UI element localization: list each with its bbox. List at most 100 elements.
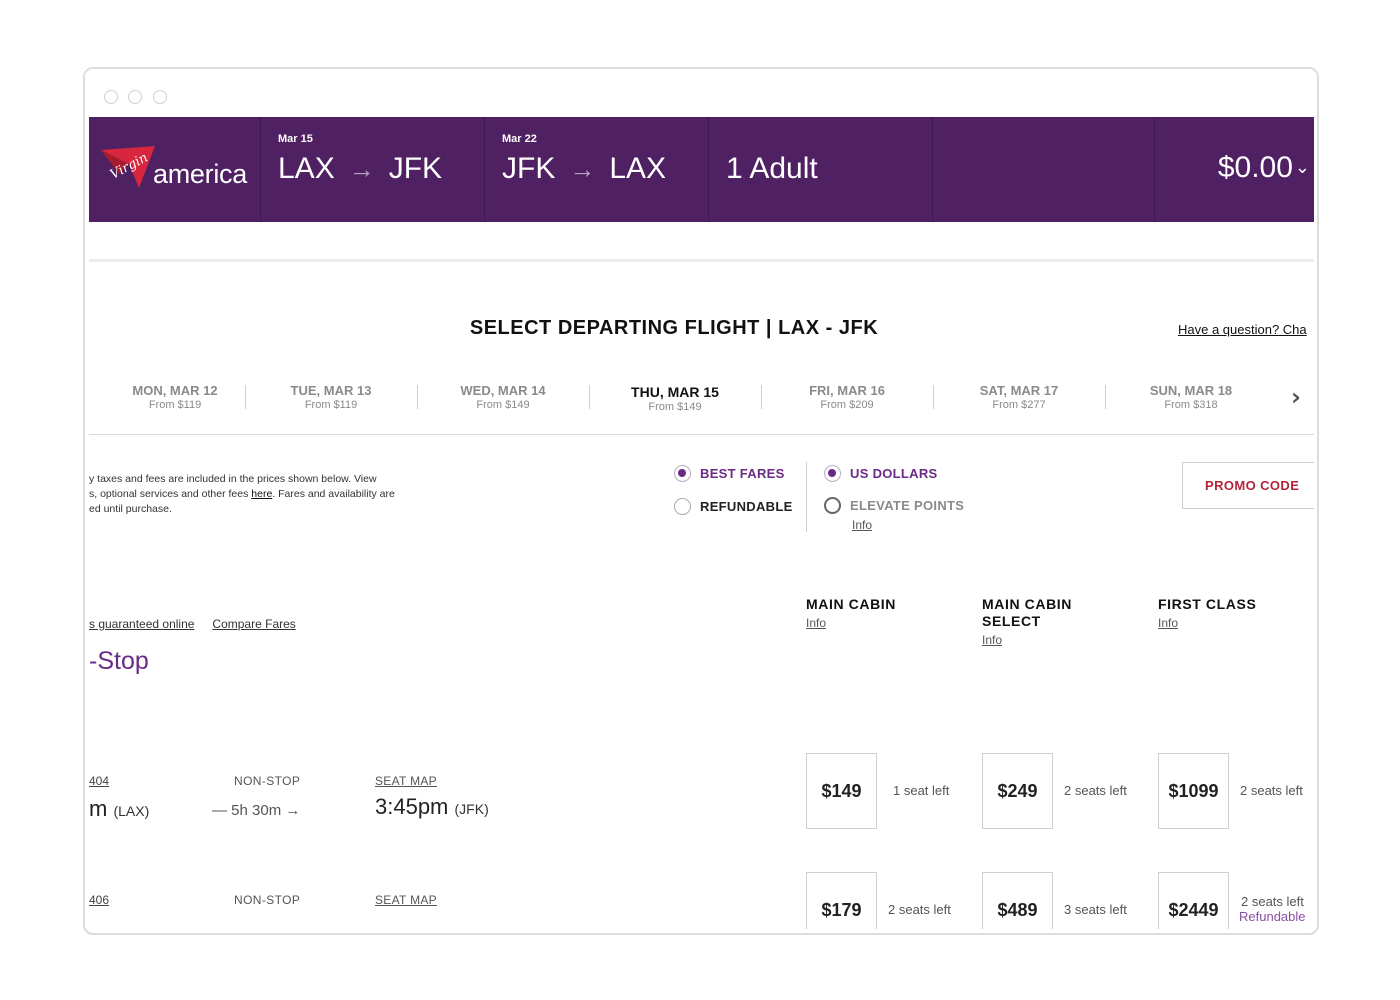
elevate-info-link[interactable]: Info — [852, 518, 872, 532]
day-fri-mar-16[interactable]: FRI, MAR 16 From $209 — [761, 379, 933, 411]
flight-stops: NON-STOP — [234, 774, 301, 788]
day-wed-mar-14[interactable]: WED, MAR 14 From $149 — [417, 379, 589, 411]
fare-button[interactable]: $2449 — [1158, 872, 1229, 929]
return-segment[interactable]: Mar 22 JFK → LAX — [485, 117, 709, 222]
section-heading: -Stop — [89, 647, 149, 675]
refundable-radio[interactable]: REFUNDABLE — [674, 498, 793, 515]
day-label: WED, MAR 14 — [460, 383, 546, 398]
cart-total[interactable]: $0.00 ⌄ — [1218, 151, 1310, 185]
divider — [89, 259, 1314, 262]
day-label: THU, MAR 15 — [631, 384, 719, 400]
cabin-name: FIRST CLASS — [1158, 596, 1257, 612]
seat-map-link[interactable]: SEAT MAP — [375, 774, 437, 788]
disclaimer-text: s, optional services and other fees — [89, 488, 252, 500]
arrive-airport: (JFK) — [454, 801, 489, 817]
day-from-price: From $209 — [820, 399, 874, 411]
best-fares-radio[interactable]: BEST FARES — [674, 465, 785, 482]
fare-disclaimer: y taxes and fees are included in the pri… — [89, 472, 419, 517]
window-close-button[interactable] — [104, 90, 118, 104]
disclaimer-line: y taxes and fees are included in the pri… — [89, 473, 377, 485]
day-label: SUN, MAR 18 — [1149, 383, 1233, 398]
window-titlebar — [85, 69, 1317, 117]
fare-button[interactable]: $249 — [982, 753, 1053, 829]
fare-button[interactable]: $489 — [982, 872, 1053, 929]
arrow-right-icon: → — [569, 154, 596, 184]
return-route: JFK → LAX — [502, 152, 666, 186]
day-sat-mar-17[interactable]: SAT, MAR 17 From $277 — [933, 379, 1105, 411]
seat-map-link[interactable]: SEAT MAP — [375, 893, 437, 907]
cabin-main: MAIN CABIN Info — [806, 596, 896, 630]
day-tue-mar-13[interactable]: TUE, MAR 13 From $119 — [245, 379, 417, 411]
flight-duration: — 5h 30m → — [212, 802, 301, 819]
fare-links: s guaranteed online Compare Fares — [89, 617, 296, 631]
day-from-price: From $149 — [648, 401, 702, 413]
refundable-label: Refundable — [1239, 909, 1306, 924]
elevate-points-label: ELEVATE POINTS — [850, 498, 965, 513]
best-fares-label: BEST FARES — [700, 466, 785, 481]
radio-empty-icon — [674, 498, 691, 515]
fare-button[interactable]: $149 — [806, 753, 877, 829]
day-from-price: From $318 — [1164, 399, 1218, 411]
compare-fares-link[interactable]: Compare Fares — [212, 617, 295, 631]
flight-number-link[interactable]: 404 — [89, 774, 109, 788]
day-from-price: From $277 — [992, 399, 1046, 411]
depart-to: JFK — [388, 152, 443, 185]
empty-segment — [933, 117, 1155, 222]
flight-number-link[interactable]: 406 — [89, 893, 109, 907]
depart-route: LAX → JFK — [278, 152, 442, 186]
chat-question-link[interactable]: Have a question? Cha — [1178, 322, 1307, 337]
cabin-info-link[interactable]: Info — [1158, 616, 1256, 630]
window-maximize-button[interactable] — [153, 90, 167, 104]
radio-selected-icon — [824, 465, 841, 482]
fare-button[interactable]: $179 — [806, 872, 877, 929]
depart-date: Mar 15 — [278, 133, 313, 145]
options-divider — [806, 462, 807, 532]
day-label: FRI, MAR 16 — [809, 383, 885, 398]
disclaimer-line: s, optional services and other fees here… — [89, 487, 419, 502]
total-amount: $0.00 — [1217, 151, 1293, 184]
cabin-name: SELECT — [982, 613, 1041, 629]
disclaimer-line: ed until purchase. — [89, 503, 172, 515]
window-minimize-button[interactable] — [128, 90, 142, 104]
chevron-right-icon[interactable]: › — [1291, 383, 1301, 411]
cabin-info-link[interactable]: Info — [806, 616, 896, 630]
booking-header: Virgin america Mar 15 LAX → JFK Mar 22 JFK… — [89, 117, 1314, 222]
seats-left: 2 seats left — [1240, 783, 1303, 798]
day-label: MON, MAR 12 — [132, 383, 218, 398]
refundable-label: REFUNDABLE — [700, 499, 793, 514]
depart-time: m (LAX) — [89, 796, 149, 822]
date-selector: MON, MAR 12 From $119 TUE, MAR 13 From $… — [89, 379, 1314, 435]
us-dollars-radio[interactable]: US DOLLARS — [824, 465, 938, 482]
us-dollars-label: US DOLLARS — [850, 466, 938, 481]
fees-here-link[interactable]: here — [251, 488, 272, 500]
virgin-america-logo[interactable]: Virgin america — [89, 117, 261, 222]
seats-left: 2 seats left — [1241, 894, 1304, 909]
radio-empty-icon — [824, 497, 841, 514]
depart-airport: (LAX) — [113, 803, 150, 819]
day-mon-mar-12[interactable]: MON, MAR 12 From $119 — [89, 379, 261, 411]
fare-button[interactable]: $1099 — [1158, 753, 1229, 829]
day-label: SAT, MAR 17 — [979, 383, 1059, 398]
promo-code-button[interactable]: PROMO CODE — [1182, 462, 1314, 509]
day-sun-mar-18[interactable]: SUN, MAR 18 From $318 — [1105, 379, 1277, 411]
cabin-name: MAIN CABIN — [982, 596, 1072, 612]
elevate-points-radio[interactable]: ELEVATE POINTS — [824, 497, 964, 514]
arrow-right-icon: → — [348, 154, 375, 184]
arrive-time-value: 3:45pm — [375, 794, 449, 819]
cabin-info-link[interactable]: Info — [982, 633, 1092, 647]
return-date: Mar 22 — [502, 133, 537, 145]
day-thu-mar-15-selected[interactable]: THU, MAR 15 From $149 — [589, 379, 761, 413]
chevron-down-icon: ⌄ — [1294, 157, 1310, 177]
depart-time-value: m — [89, 796, 108, 821]
day-from-price: From $119 — [304, 399, 358, 411]
radio-selected-icon — [674, 465, 691, 482]
passengers-segment[interactable]: 1 Adult — [709, 117, 933, 222]
return-to: LAX — [609, 152, 667, 185]
arrive-time: 3:45pm (JFK) — [375, 794, 489, 820]
cabin-first-class: FIRST CLASS Info — [1158, 596, 1256, 630]
day-from-price: From $119 — [148, 399, 202, 411]
cabin-main-select: MAIN CABIN SELECT Info — [982, 596, 1092, 647]
depart-segment[interactable]: Mar 15 LAX → JFK — [261, 117, 485, 222]
seats-left: 2 seats left — [1064, 783, 1127, 798]
guaranteed-online-link[interactable]: s guaranteed online — [89, 617, 194, 631]
